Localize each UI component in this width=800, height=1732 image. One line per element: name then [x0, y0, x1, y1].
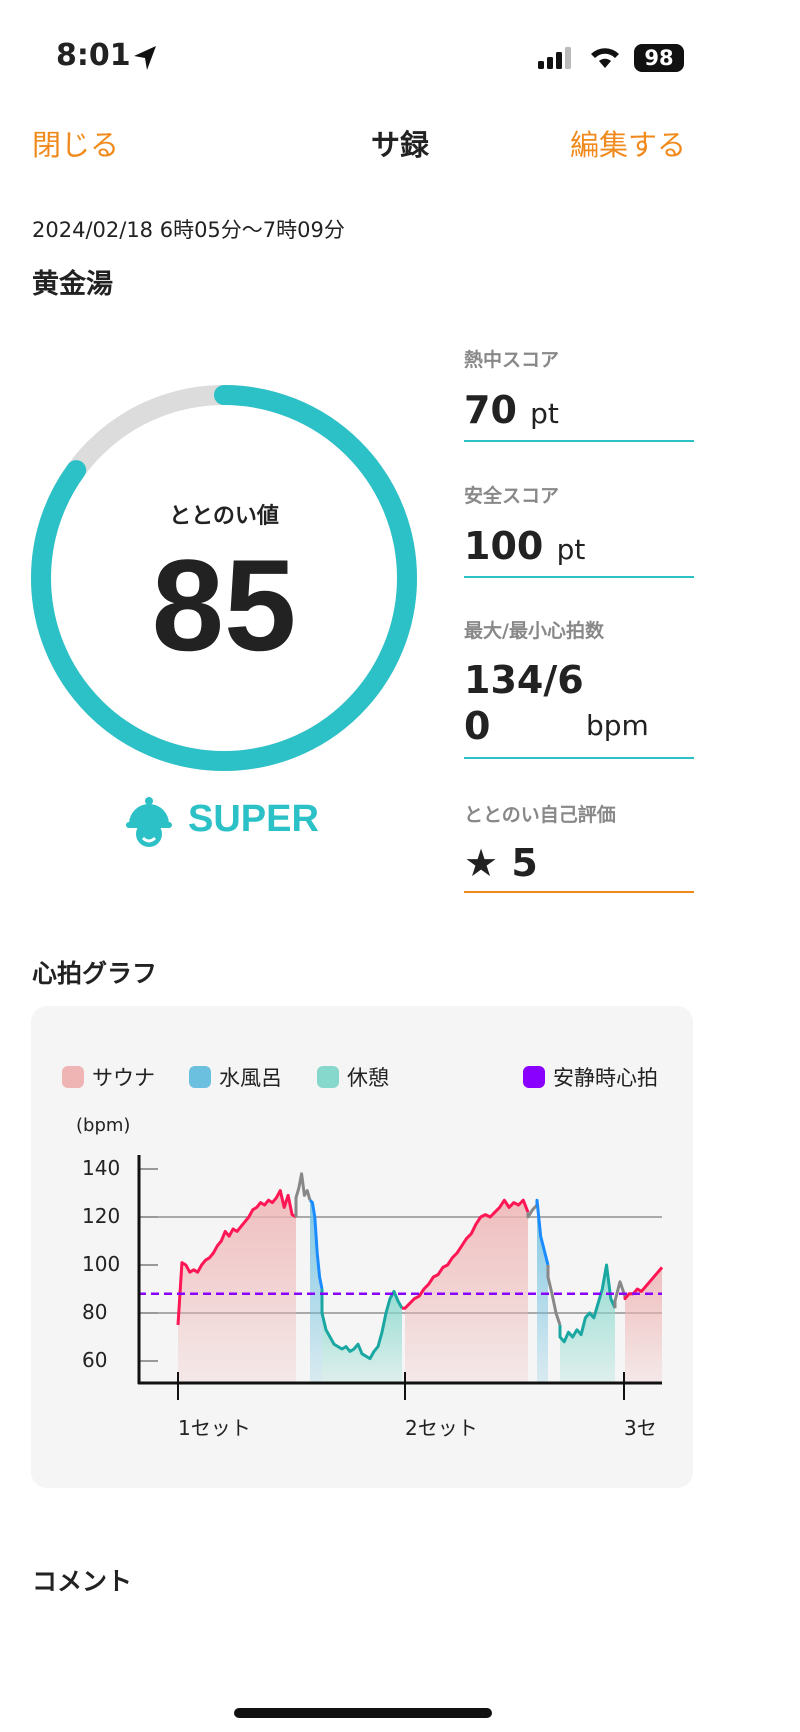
home-indicator: [234, 1708, 492, 1718]
rest-fill: [560, 1265, 615, 1383]
sauna-fill: [178, 1190, 296, 1383]
comment-title: コメント: [32, 1567, 133, 1596]
hr-line-transition: [526, 1203, 539, 1219]
x-tick-label: 1セット: [178, 1416, 251, 1440]
x-tick-label: 3セ: [624, 1416, 657, 1440]
y-tick-label: 60: [82, 1348, 108, 1372]
rest-fill: [322, 1291, 402, 1383]
hr-line-transition: [294, 1172, 312, 1217]
sauna-fill: [625, 1267, 662, 1383]
y-tick-label: 100: [82, 1252, 121, 1276]
y-tick-label: 120: [82, 1204, 121, 1228]
y-tick-label: 140: [82, 1156, 121, 1180]
y-tick-label: 80: [82, 1300, 108, 1324]
x-tick-label: 2セット: [405, 1416, 478, 1440]
